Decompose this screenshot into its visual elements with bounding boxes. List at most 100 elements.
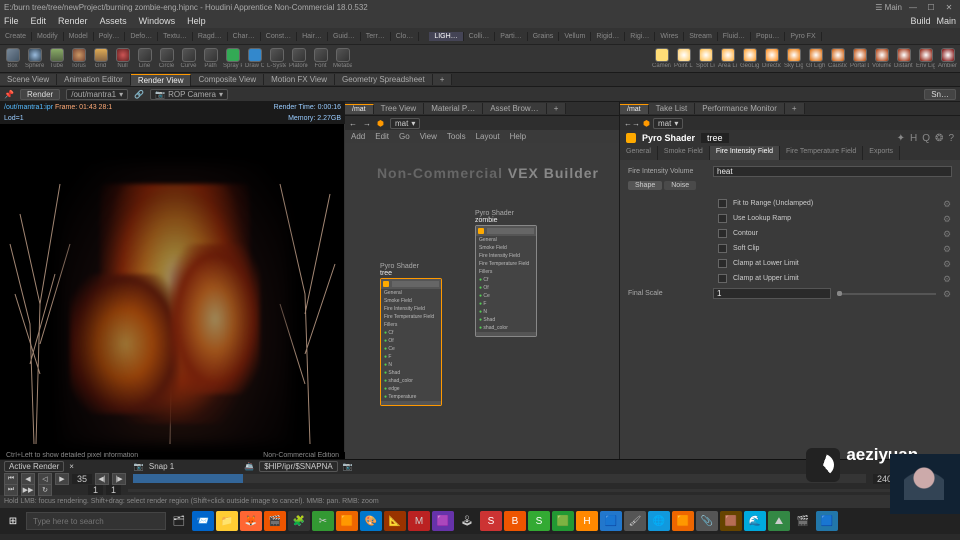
frame-start[interactable]: 1 [88, 485, 103, 495]
chk-clamp-upper[interactable] [718, 274, 727, 283]
shelf-tab[interactable]: Create [0, 32, 32, 41]
net-menu-add[interactable]: Add [351, 132, 365, 141]
start-button[interactable]: ⊞ [2, 511, 24, 531]
param-tab[interactable]: + [785, 103, 805, 114]
final-scale-input[interactable] [713, 288, 831, 299]
tb-app[interactable]: M [408, 511, 430, 531]
shelf-tool[interactable]: Directional [762, 48, 781, 70]
shelf-tool[interactable]: Platonic [289, 48, 308, 70]
shelf-tool[interactable]: Grid [91, 48, 110, 70]
desktop-main[interactable]: Main [936, 16, 956, 26]
gear-icon[interactable]: ⚙ [942, 244, 952, 254]
tb-app[interactable]: 🖌 [624, 511, 646, 531]
shelf-tool[interactable]: Spot Light [696, 48, 715, 70]
shelf-tab[interactable]: Colli… [464, 32, 496, 41]
param-help-icon[interactable]: ? [948, 133, 954, 144]
minimize-button[interactable]: — [906, 3, 920, 12]
net-menu-view[interactable]: View [420, 132, 437, 141]
param-tab[interactable]: /mat [620, 104, 649, 114]
play-fwd[interactable]: ▶ [55, 473, 69, 485]
tb-app[interactable]: 🎬 [264, 511, 286, 531]
param-folder-tab[interactable]: General [620, 146, 658, 160]
param-icon[interactable]: H [910, 133, 917, 144]
shelf-tool[interactable]: Tube [47, 48, 66, 70]
gear-icon[interactable]: ⚙ [942, 229, 952, 239]
tb-app[interactable]: 📎 [696, 511, 718, 531]
menu-file[interactable]: File [4, 16, 19, 26]
tb-app[interactable]: 🟪 [432, 511, 454, 531]
shelf-tab[interactable]: Modify [32, 32, 64, 41]
close-icon[interactable]: × [69, 462, 74, 471]
tb-app[interactable]: 📨 [192, 511, 214, 531]
timeline-track[interactable] [133, 474, 866, 483]
ship-path[interactable]: $HIP/ipr/$SNAPNA [259, 461, 337, 472]
param-folder-tab[interactable]: Exports [863, 146, 900, 160]
shelf-tool[interactable]: L-System… [267, 48, 286, 70]
tb-app[interactable]: ✂ [312, 511, 334, 531]
menu-assets[interactable]: Assets [100, 16, 127, 26]
shelf-tool[interactable]: Point Light [674, 48, 693, 70]
shelf-tool[interactable]: Distant Light [894, 48, 913, 70]
shelf-tool[interactable]: Area Light [718, 48, 737, 70]
tb-app[interactable]: 🟧 [336, 511, 358, 531]
tb-app[interactable]: 🟫 [720, 511, 742, 531]
shelf-tab[interactable]: Grains [528, 32, 560, 41]
param-icon[interactable]: Q [922, 133, 930, 144]
main-dropdown[interactable]: ☰ Main [875, 3, 902, 12]
shelf-tool[interactable]: Camera [652, 48, 671, 70]
gear-icon[interactable]: ⚙ [942, 274, 952, 284]
link-icon[interactable]: 🔗 [134, 90, 144, 99]
net-menu-tools[interactable]: Tools [447, 132, 466, 141]
chk-soft-clip[interactable] [718, 244, 727, 253]
close-button[interactable]: ✕ [942, 3, 956, 12]
timeline-sub-track[interactable] [128, 489, 952, 492]
tb-app[interactable]: 🎨 [360, 511, 382, 531]
shelf-tool[interactable]: Draw Curve [245, 48, 264, 70]
chk-fit-range[interactable] [718, 199, 727, 208]
tb-app[interactable]: ⛰ [768, 511, 790, 531]
shelf-tab[interactable]: Rigid… [591, 32, 625, 41]
gear-icon[interactable]: ⚙ [942, 259, 952, 269]
chk-lookup-ramp[interactable] [718, 214, 727, 223]
shelf-tab[interactable]: Ragd… [193, 32, 228, 41]
shelf-tool[interactable]: GeoLight [740, 48, 759, 70]
param-icon[interactable]: ❂ [935, 133, 943, 144]
snapshot-icon[interactable]: 📷 [134, 462, 144, 471]
tb-app[interactable]: 🟦 [816, 511, 838, 531]
play-next[interactable]: ▶▶ [21, 484, 35, 496]
tb-app[interactable]: S [528, 511, 550, 531]
menu-render[interactable]: Render [58, 16, 88, 26]
active-render-select[interactable]: Active Render [4, 461, 64, 472]
tb-app[interactable]: 🦊 [240, 511, 262, 531]
tb-app[interactable]: B [504, 511, 526, 531]
tb-app[interactable]: 🟧 [672, 511, 694, 531]
param-folder-tab[interactable]: Fire Temperature Field [780, 146, 863, 160]
shelf-tool[interactable]: Volume Light [872, 48, 891, 70]
taskview-icon[interactable]: 🗂 [168, 511, 190, 531]
final-scale-slider[interactable] [837, 293, 936, 295]
windows-search[interactable] [26, 512, 166, 530]
net-back-icon[interactable]: ← [349, 119, 357, 128]
param-node-name[interactable]: tree [701, 133, 729, 143]
param-folder-tab[interactable]: Smoke Field [658, 146, 710, 160]
shelf-tab[interactable]: Pyro FX [785, 32, 821, 41]
pane-tab[interactable]: Composite View [191, 74, 264, 85]
gear-icon[interactable]: ⚙ [942, 289, 952, 299]
tb-app[interactable]: 🌊 [744, 511, 766, 531]
shelf-tool[interactable]: Box [3, 48, 22, 70]
pane-tab[interactable]: Animation Editor [57, 74, 131, 85]
shelf-tool[interactable]: Circle [157, 48, 176, 70]
tb-app[interactable]: 🕹 [456, 511, 478, 531]
tb-app[interactable]: S [480, 511, 502, 531]
shelf-tool[interactable]: Null [113, 48, 132, 70]
shelf-tab[interactable]: LIGH… [429, 32, 463, 41]
shelf-tab[interactable]: Terr… [361, 32, 391, 41]
shelf-tab[interactable]: Poly… [94, 32, 126, 41]
chk-contour[interactable] [718, 229, 727, 238]
desktop-build[interactable]: Build [910, 16, 930, 26]
render-viewport[interactable] [0, 124, 345, 452]
camera-icon[interactable]: 📷 [343, 462, 353, 471]
shelf-tab[interactable]: Parti… [495, 32, 527, 41]
rop-camera-select[interactable]: 📷 ROP Camera ▾ [150, 89, 228, 100]
tb-app[interactable]: 📐 [384, 511, 406, 531]
